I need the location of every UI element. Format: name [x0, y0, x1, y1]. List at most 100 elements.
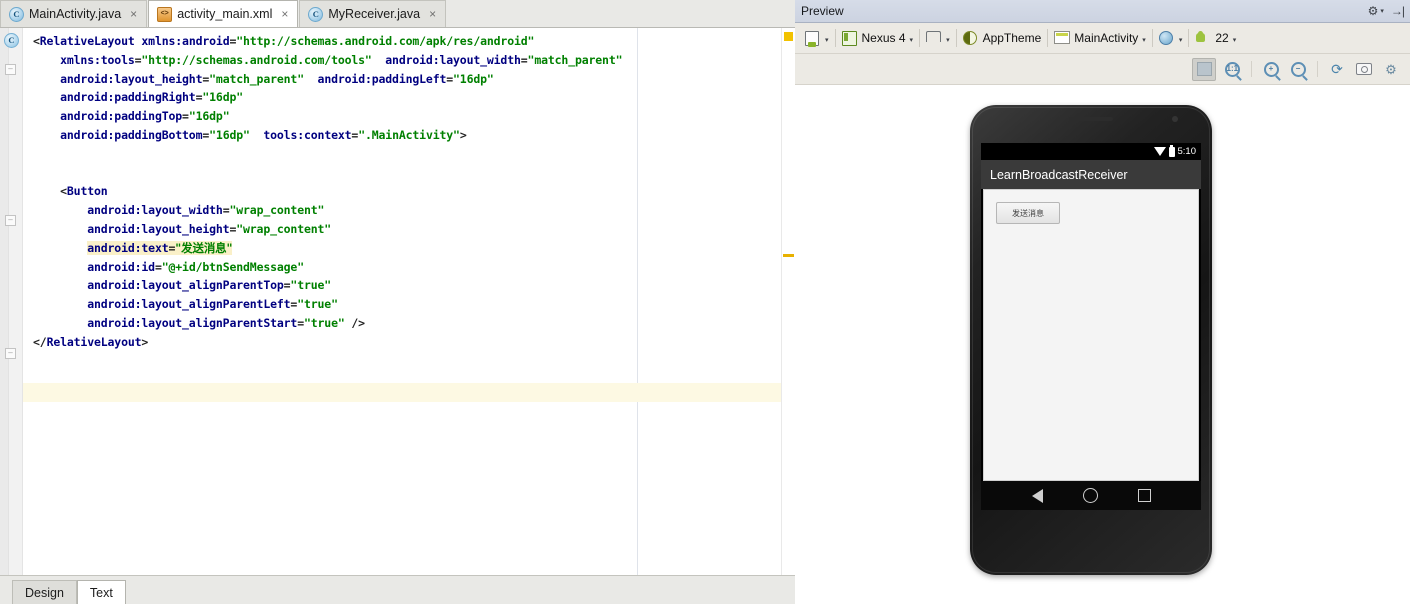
fold-marker-icon[interactable]: – [5, 64, 16, 75]
zoom-fit-button[interactable] [1192, 57, 1216, 81]
nav-home-icon[interactable] [1082, 488, 1098, 503]
editor-tab-mainactivity-java[interactable]: C MainActivity.java × [0, 0, 148, 27]
chevron-down-icon[interactable]: ▾ [946, 36, 950, 44]
code-line: android:layout_height = "match_parent" and… [33, 70, 781, 89]
java-class-icon: C [308, 6, 324, 22]
caret-line-highlight [23, 383, 781, 402]
preview-toolbar-apptheme[interactable]: AppTheme [958, 27, 1047, 49]
camera-icon [1356, 63, 1372, 75]
code-token: < [60, 184, 67, 199]
warning-marker[interactable] [784, 32, 793, 41]
code-token: "16dp" [209, 127, 250, 142]
preview-settings-button[interactable]: ⚙ ▾ [1368, 5, 1384, 17]
code-token: "match_parent" [209, 71, 304, 86]
render-settings-button[interactable]: ⚙ [1380, 59, 1402, 80]
android-studio-window: C MainActivity.java × activity_main.xml × C My… [0, 0, 1410, 604]
code-token: android:paddingBottom [60, 127, 203, 142]
gear-icon: ⚙ [1385, 61, 1397, 77]
xml-source-code[interactable]: <RelativeLayout xmlns:android="http://sc… [23, 28, 781, 352]
chevron-down-icon[interactable]: ▾ [1179, 36, 1183, 44]
preview-toolbar-mainactivity[interactable]: MainActivity ▾ [1049, 27, 1151, 49]
preview-canvas[interactable]: 5:10 LearnBroadcastReceiver 发送消息 [795, 85, 1410, 604]
editor-mode-tabs: Design Text [0, 575, 795, 604]
code-token: = [154, 259, 162, 274]
editor-tab-myreceiver-java[interactable]: C MyReceiver.java × [299, 0, 447, 27]
chevron-down-icon[interactable]: ▾ [1233, 36, 1237, 44]
code-line: android:paddingBottom="16dp" tools:conte… [33, 126, 781, 145]
refresh-render-button[interactable]: ⟳ [1326, 59, 1348, 80]
close-icon[interactable]: × [281, 7, 288, 21]
preview-toolbar-orientation[interactable]: ▾ [921, 27, 955, 49]
device-configuration-icon-glyph [805, 31, 819, 47]
code-editor[interactable]: <RelativeLayout xmlns:android="http://sc… [23, 28, 781, 575]
zoom-in-button[interactable]: + [1260, 59, 1282, 80]
android-api-icon [1195, 31, 1211, 45]
code-token: xmlns:tools [60, 52, 135, 67]
code-token: = [446, 71, 454, 86]
chevron-down-icon[interactable]: ▾ [910, 36, 914, 44]
theme-icon-glyph [962, 31, 977, 45]
code-line: android:paddingTop="16dp" [33, 107, 781, 126]
gear-icon: ⚙ [1367, 4, 1379, 18]
preview-toolbar-22[interactable]: 22 ▾ [1190, 27, 1241, 49]
code-line: android:layout_alignParentStart="true" /… [33, 314, 781, 333]
chevron-down-icon[interactable]: ▾ [825, 36, 829, 44]
fold-marker-icon[interactable]: – [5, 348, 16, 359]
preview-toolbar-nexus-4[interactable]: Nexus 4 ▾ [837, 27, 919, 49]
preview-toolbar-locale[interactable]: ▾ [1154, 27, 1188, 49]
toolbar-separator [919, 29, 921, 47]
orientation-icon [926, 31, 942, 45]
app-title: LearnBroadcastReceiver [990, 167, 1128, 182]
code-token: = [520, 52, 528, 67]
orientation-icon-glyph [926, 31, 942, 42]
editor-gutter[interactable]: C – – – [0, 28, 23, 575]
code-token: = [182, 109, 189, 124]
screenshot-button[interactable] [1353, 59, 1375, 80]
editor-tab-activity-main-xml[interactable]: activity_main.xml × [148, 0, 299, 27]
close-icon[interactable]: × [429, 7, 436, 21]
code-token: android:layout_alignParentTop [87, 278, 284, 293]
nav-back-icon[interactable] [1031, 488, 1043, 503]
send-message-button[interactable]: 发送消息 [996, 202, 1060, 224]
collapse-panel-icon[interactable]: →| [1391, 4, 1405, 18]
code-token: android:paddingRight [60, 90, 196, 105]
java-class-marker-icon[interactable]: C [4, 33, 19, 48]
zoom-out-button[interactable]: − [1287, 59, 1309, 80]
chevron-down-icon[interactable]: ▾ [1142, 36, 1146, 44]
device-screen[interactable]: 5:10 LearnBroadcastReceiver 发送消息 [981, 143, 1201, 510]
zoom-actual-size-button[interactable]: 1:1 [1221, 59, 1243, 80]
close-icon[interactable]: × [130, 7, 137, 21]
editor-mode-tab-text[interactable]: Text [76, 580, 126, 604]
toolbar-separator [1251, 61, 1252, 77]
code-token: "16dp" [453, 71, 494, 86]
code-token: Button [66, 184, 108, 199]
editor-tab-label: MyReceiver.java [328, 7, 421, 21]
error-stripe[interactable] [781, 28, 795, 575]
status-bar-clock: 5:10 [1177, 146, 1197, 157]
activity-icon-glyph [1054, 31, 1071, 44]
preview-pane: Preview ⚙ ▾ →| ▾ Nexus 4 ▾ ▾ AppTheme MainAct… [795, 0, 1410, 604]
java-class-icon: C [9, 6, 24, 22]
code-token: tools:context [263, 127, 352, 142]
code-token: "http://schemas.android.com/apk/res/andr… [236, 34, 535, 48]
toolbar-separator [1151, 29, 1153, 47]
code-line: android:text="发送消息" [33, 239, 781, 258]
refresh-icon: ⟳ [1331, 61, 1343, 77]
preview-title: Preview [801, 4, 844, 18]
code-token: "match_parent" [527, 52, 623, 67]
code-token: "true" [303, 315, 345, 330]
front-camera [1172, 116, 1178, 122]
code-line: android:layout_height="wrap_content" [33, 220, 781, 239]
nav-recents-icon[interactable] [1137, 489, 1151, 502]
code-token: android:id [87, 259, 155, 274]
fold-marker-icon[interactable]: – [5, 215, 16, 226]
preview-toolbar-device-configuration[interactable]: ▾ [800, 27, 834, 49]
code-token: android:layout_height [87, 221, 230, 236]
gutter-strip [0, 28, 9, 575]
highlight-marker[interactable] [783, 254, 794, 257]
code-token: android:layout_width [87, 203, 223, 218]
wifi-icon [1153, 147, 1166, 156]
editor-mode-tab-design[interactable]: Design [12, 580, 77, 604]
chevron-down-icon: ▾ [1380, 8, 1384, 15]
